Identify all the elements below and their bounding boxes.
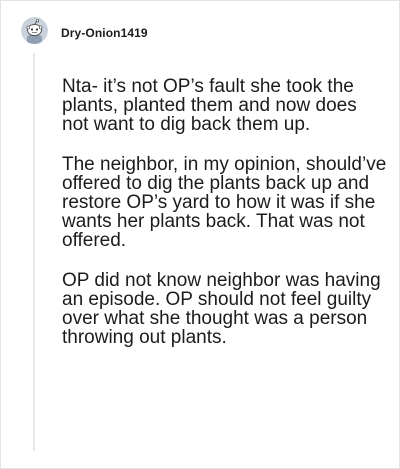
comment-paragraph: OP did not know neighbor was having an e… bbox=[62, 270, 381, 348]
thread-line[interactable] bbox=[33, 53, 35, 451]
comment-paragraph: Nta- it’s not OP’s fault she took the pl… bbox=[62, 76, 357, 135]
reddit-snoo-avatar-icon[interactable] bbox=[21, 17, 48, 44]
comment-card: Dry-Onion1419 Nta- it’s not OP’s fault s… bbox=[0, 0, 400, 469]
comment-paragraph: The neighbor, in my opinion, should’ve o… bbox=[62, 154, 387, 251]
comment-body: Nta- it’s not OP’s fault she took the pl… bbox=[62, 77, 388, 368]
comment-author[interactable]: Dry-Onion1419 bbox=[61, 26, 148, 40]
